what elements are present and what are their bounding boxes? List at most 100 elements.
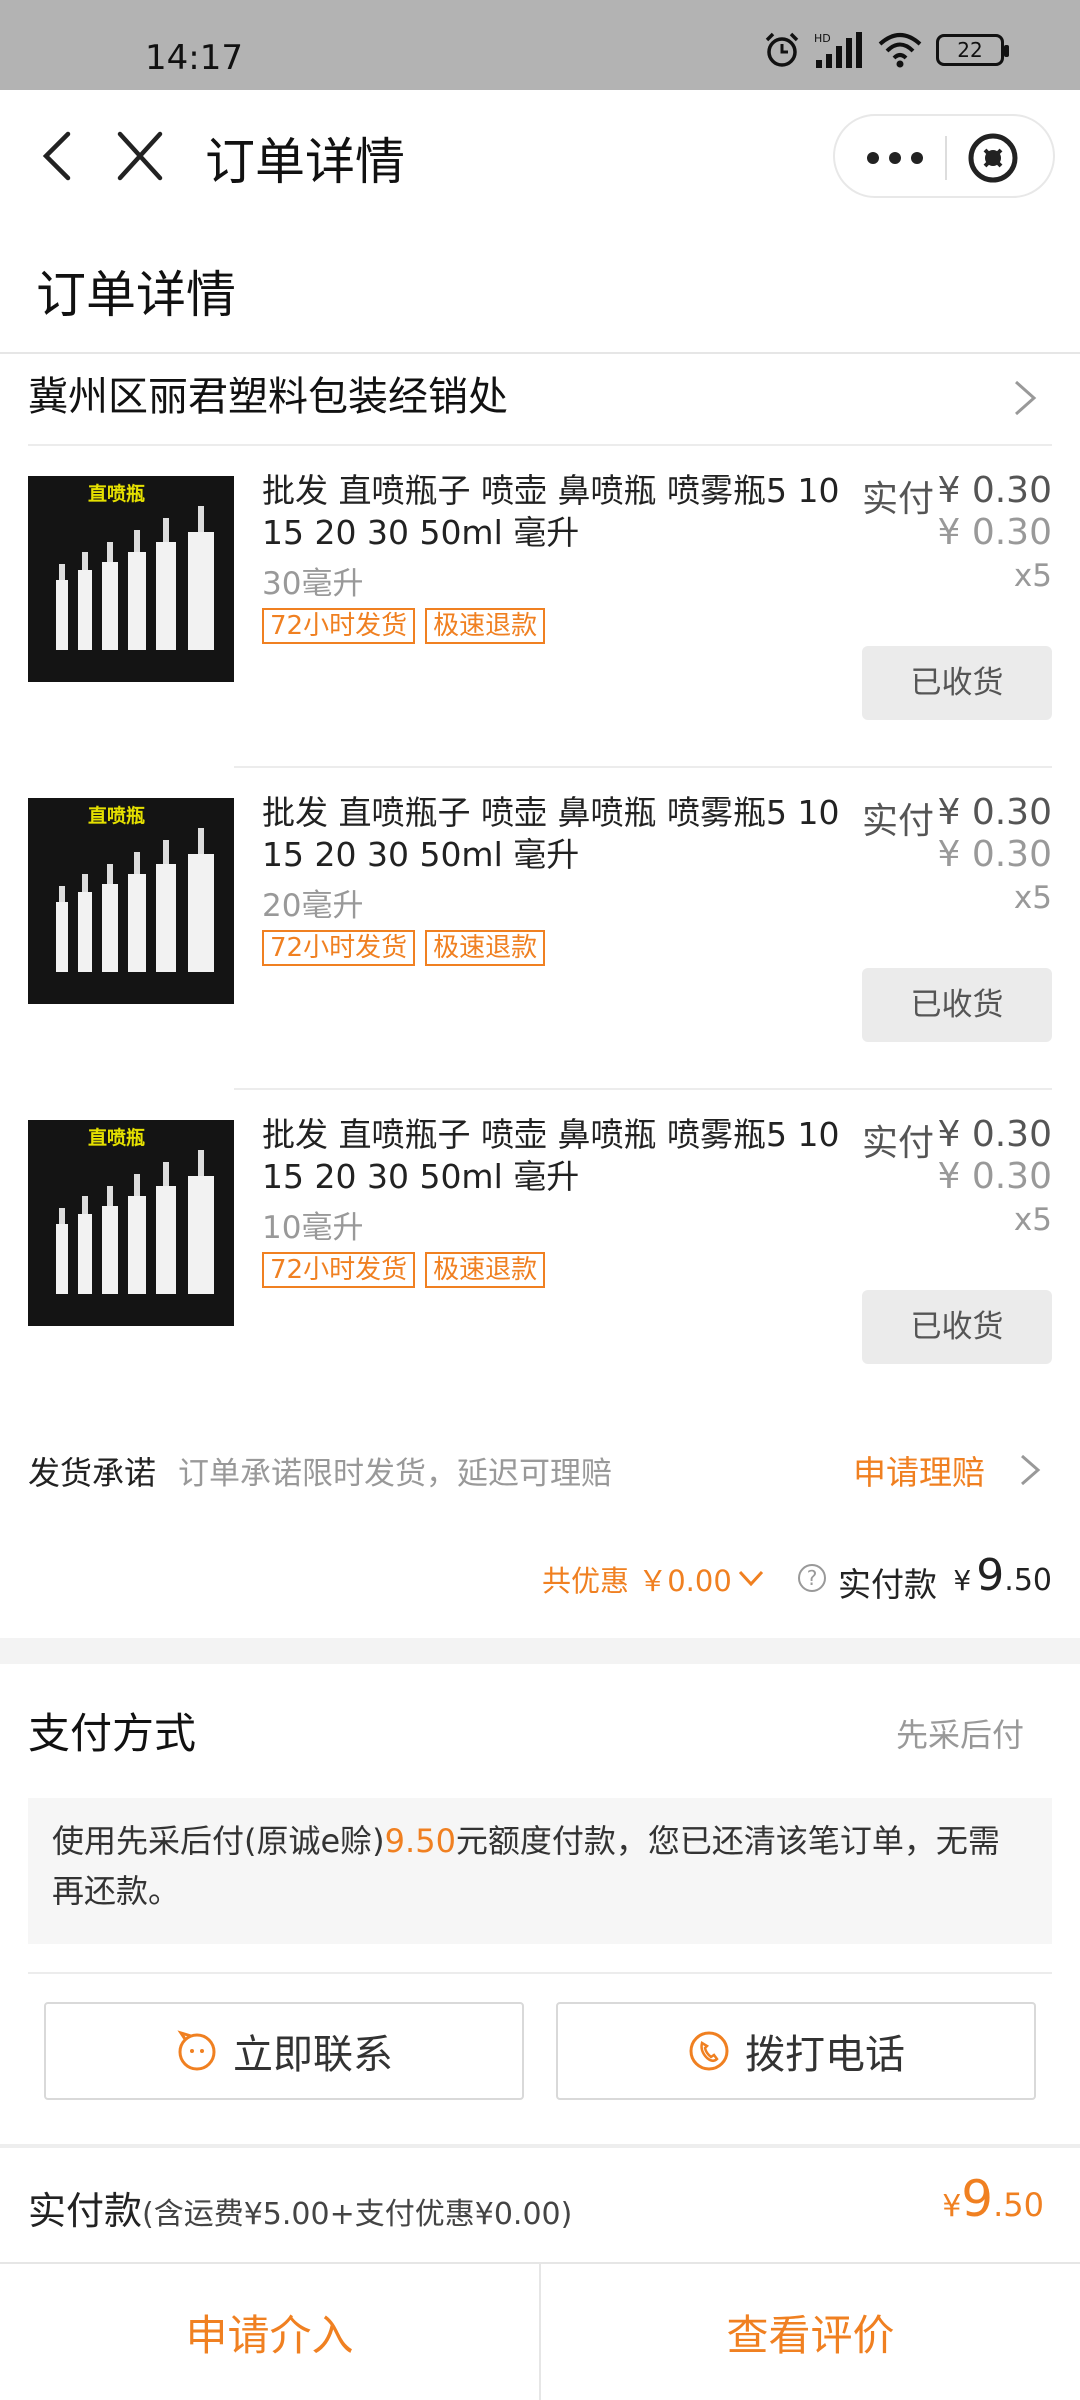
divider [28,1972,1052,1974]
phone-icon [689,2031,729,2071]
product-title[interactable]: 批发 直喷瓶子 喷壶 鼻喷瓶 喷雾瓶5 10 15 20 30 50ml 毫升 [262,470,852,554]
shop-name: 冀州区丽君塑料包装经销处 [28,374,508,420]
product-image-label: 直喷瓶 [88,804,145,827]
bottom-action-bar: 申请介入 查看评价 [0,2262,1080,2400]
signal-icon: HD [814,32,862,68]
product-spec: 10毫升 [262,1210,364,1246]
capsule-divider [945,136,947,180]
original-price: ¥ 0.30 [937,1156,1052,1197]
order-item[interactable]: 直喷瓶 批发 直喷瓶子 喷壶 鼻喷瓶 喷雾瓶5 10 15 20 30 50ml… [0,446,1080,768]
tag-shipping: 72小时发货 [262,1252,416,1288]
product-image-label: 直喷瓶 [88,1126,145,1149]
order-total-row: 共优惠 ￥0.00 ? 实付款 ¥ 9.50 [0,1540,1080,1620]
product-spec: 30毫升 [262,566,364,602]
paid-label: 实付款 [838,1565,937,1604]
apply-intervention-button[interactable]: 申请介入 [0,2264,539,2400]
received-button[interactable]: 已收货 [862,1290,1052,1364]
wifi-icon [878,33,922,68]
payment-note-prefix: 使用先采后付(原诚e赊) [52,1822,385,1860]
miniprogram-capsule [833,114,1055,198]
amount-integer: 9 [976,1550,1005,1601]
quantity: x5 [1013,1202,1052,1238]
received-button[interactable]: 已收货 [862,646,1052,720]
price: ¥ 0.30 [937,470,1052,511]
more-icon[interactable] [855,134,935,182]
price: ¥ 0.30 [937,792,1052,833]
tag-list: 72小时发货 极速退款 [262,930,546,966]
received-button[interactable]: 已收货 [862,968,1052,1042]
bottom-paid-detail: (含运费¥5.00+支付优惠¥0.00) [142,2197,573,2232]
bottom-paid-amount: ¥9.50 [942,2170,1044,2228]
order-item[interactable]: 直喷瓶 批发 直喷瓶子 喷壶 鼻喷瓶 喷雾瓶5 10 15 20 30 50ml… [0,1090,1080,1412]
contact-label: 立即联系 [233,2032,393,2078]
amount-integer: 9 [961,2170,994,2228]
exit-circle-icon[interactable] [965,130,1021,186]
delivery-promise-row: 发货承诺 订单承诺限时发货，延迟可理赔 申请理赔 [0,1428,1080,1514]
original-price: ¥ 0.30 [937,834,1052,875]
chevron-down-icon[interactable] [736,1566,766,1590]
chevron-right-icon[interactable] [1012,1452,1048,1488]
amount-decimal: .50 [993,2186,1044,2224]
status-bar: 14:17 HD 22 [0,0,1080,90]
product-title[interactable]: 批发 直喷瓶子 喷壶 鼻喷瓶 喷雾瓶5 10 15 20 30 50ml 毫升 [262,792,852,876]
page-title: 订单详情 [36,266,236,324]
payment-method: 先采后付 [895,1716,1024,1754]
discount-total[interactable]: 共优惠 ￥0.00 [542,1558,732,1600]
product-image[interactable]: 直喷瓶 [28,798,234,1004]
tag-list: 72小时发货 极速退款 [262,608,546,644]
call-label: 拨打电话 [745,2032,905,2078]
product-image-label: 直喷瓶 [88,482,145,505]
price-label: 实付 [862,801,935,842]
price: ¥ 0.30 [937,1114,1052,1155]
call-phone-button[interactable]: 拨打电话 [556,2002,1036,2100]
product-spec: 20毫升 [262,888,364,924]
status-time: 14:17 [145,38,243,78]
battery-icon: 22 [936,34,1009,66]
tag-refund: 极速退款 [425,608,546,644]
close-icon[interactable] [110,126,170,186]
back-arrow-icon[interactable] [30,126,90,186]
amount-decimal: .50 [1004,1563,1052,1598]
quantity: x5 [1013,558,1052,594]
product-image-graphic: 直喷瓶 [28,1120,234,1326]
apply-claim-link[interactable]: 申请理赔 [853,1446,985,1494]
chevron-right-icon [1015,380,1037,416]
currency-symbol: ¥ [942,2189,962,2224]
alarm-icon [765,32,799,67]
product-image-graphic: 直喷瓶 [28,476,234,682]
price-label: 实付 [862,1123,935,1164]
payment-note: 使用先采后付(原诚e赊)9.50元额度付款，您已还清该笔订单，无需再还款。 [28,1798,1052,1944]
order-item[interactable]: 直喷瓶 批发 直喷瓶子 喷壶 鼻喷瓶 喷雾瓶5 10 15 20 30 50ml… [0,768,1080,1090]
contact-seller-button[interactable]: 立即联系 [44,2002,524,2100]
product-image[interactable]: 直喷瓶 [28,476,234,682]
product-image-graphic: 直喷瓶 [28,798,234,1004]
chat-face-icon [177,2030,216,2071]
bottom-payment-summary: 实付款(含运费¥5.00+支付优惠¥0.00) ¥9.50 [0,2148,1080,2262]
product-image[interactable]: 直喷瓶 [28,1120,234,1326]
product-title[interactable]: 批发 直喷瓶子 喷壶 鼻喷瓶 喷雾瓶5 10 15 20 30 50ml 毫升 [262,1114,852,1198]
paid-amount: ¥ 9.50 [953,1550,1052,1601]
bottom-paid-text: 实付款 [28,2189,143,2233]
section-gap [0,1638,1080,1664]
payment-note-amount: 9.50 [384,1822,456,1860]
help-icon[interactable]: ? [798,1564,826,1592]
currency-symbol: ¥ [953,1564,972,1597]
payment-title: 支付方式 [28,1709,197,1758]
tag-shipping: 72小时发货 [262,930,416,966]
promise-description: 订单承诺限时发货，延迟可理赔 [178,1456,612,1492]
tag-refund: 极速退款 [425,1252,546,1288]
bottom-paid-label: 实付款(含运费¥5.00+支付优惠¥0.00) [28,2180,572,2235]
status-icons: HD 22 [762,30,1009,70]
original-price: ¥ 0.30 [937,512,1052,553]
promise-label: 发货承诺 [28,1454,157,1492]
network-type-label: HD [814,32,831,45]
nav-title: 订单详情 [205,133,405,191]
nav-bar: 订单详情 [0,90,1080,220]
quantity: x5 [1013,880,1052,916]
price-label: 实付 [862,479,935,520]
tag-refund: 极速退款 [425,930,546,966]
tag-list: 72小时发货 极速退款 [262,1252,546,1288]
shop-row[interactable]: 冀州区丽君塑料包装经销处 [0,352,1080,446]
tag-shipping: 72小时发货 [262,608,416,644]
view-review-button[interactable]: 查看评价 [541,2264,1080,2400]
